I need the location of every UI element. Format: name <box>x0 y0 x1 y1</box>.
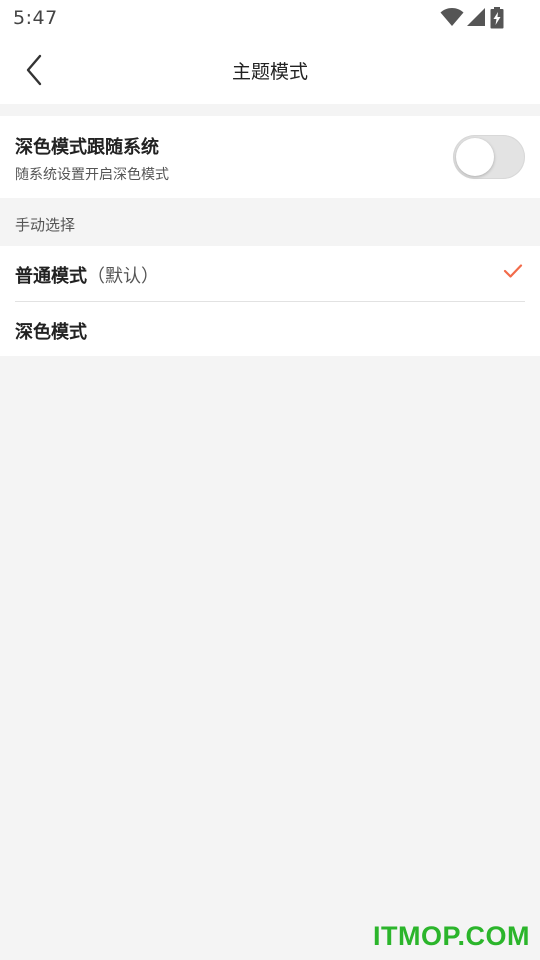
follow-system-title: 深色模式跟随系统 <box>15 137 159 158</box>
option-label: 普通模式（默认） <box>15 266 159 287</box>
signal-icon <box>467 8 485 26</box>
nav-bar: 主题模式 <box>0 36 540 104</box>
theme-options-list: 普通模式（默认） 深色模式 <box>0 246 540 356</box>
follow-system-subtitle: 随系统设置开启深色模式 <box>15 167 169 183</box>
status-time: 5:47 <box>13 7 58 29</box>
wifi-icon <box>440 8 464 26</box>
option-label: 深色模式 <box>15 322 87 343</box>
follow-system-setting: 深色模式跟随系统 随系统设置开启深色模式 <box>0 116 540 198</box>
battery-charging-icon <box>490 7 504 29</box>
option-default-suffix: （默认） <box>87 266 159 287</box>
option-dark-mode[interactable]: 深色模式 <box>0 302 540 357</box>
status-bar: 5:47 <box>0 0 540 36</box>
watermark-logo: ITMOP.COM <box>372 921 530 951</box>
manual-section-label: 手动选择 <box>15 216 76 234</box>
follow-system-toggle[interactable] <box>453 135 525 179</box>
check-icon <box>503 264 523 278</box>
toggle-knob <box>456 138 494 176</box>
page-title: 主题模式 <box>231 61 308 83</box>
option-normal-mode[interactable]: 普通模式（默认） <box>0 246 540 302</box>
